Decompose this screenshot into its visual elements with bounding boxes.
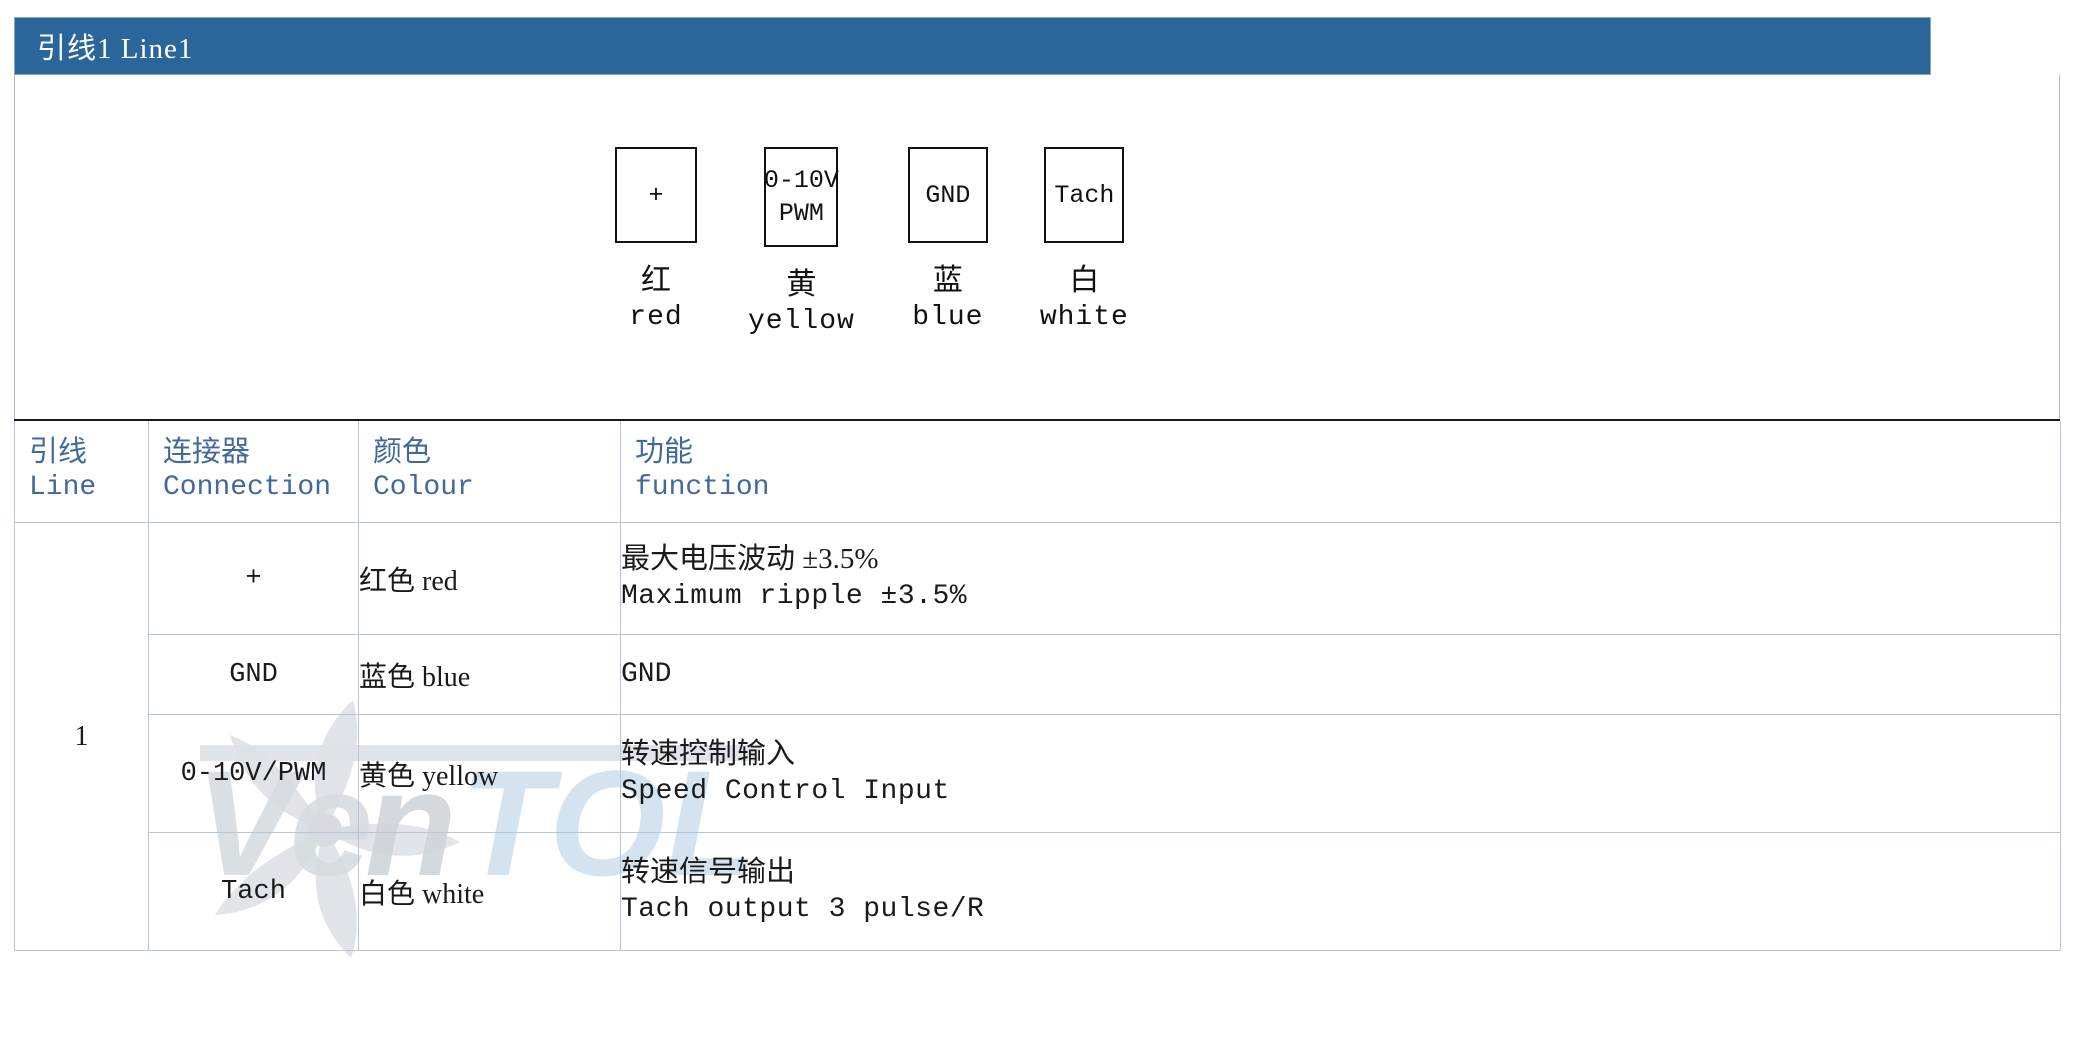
cell-function: GND (620, 634, 2061, 716)
column-header-colour: 颜色 Colour (358, 421, 621, 524)
cell-function-en: GND (621, 658, 672, 690)
column-header-line-cn: 引线 (29, 436, 88, 468)
connector-pin-box-yellow: 0-10V PWM (763, 147, 839, 247)
table-header-row: 引线 Line 连接器 Connection 颜色 Colour 功能 func… (14, 421, 2061, 524)
column-header-function: 功能 function (620, 421, 2061, 524)
connector-pin-label-line1: 0-10V (763, 166, 839, 195)
connector-colour-cn: 蓝 (932, 264, 963, 297)
cell-function-cn: 最大电压波动 ±3.5% (621, 543, 879, 576)
cell-colour: 白色 white (358, 832, 621, 952)
cell-colour: 黄色 yellow (358, 714, 621, 834)
column-header-colour-en: Colour (373, 472, 474, 504)
column-header-function-en: function (635, 472, 770, 504)
cell-function: 转速信号输出 Tach output 3 pulse/R (620, 832, 2061, 952)
connector-wire-labels-red: 红 red (629, 263, 682, 335)
table-row: Tach 白色 white 转速信号输出 Tach output 3 pulse… (15, 832, 2061, 952)
wire-spec-table: 引线 Line 连接器 Connection 颜色 Colour 功能 func… (14, 421, 2061, 952)
cell-connection: + (148, 522, 359, 636)
connector-item-red: + 红 red (615, 147, 697, 335)
connector-item-blue: GND 蓝 blue (907, 147, 988, 335)
connector-colour-cn: 黄 (786, 268, 817, 301)
cell-function-cn: 转速信号输出 (621, 856, 796, 889)
datasheet-page: 引线1 Line1 + 红 red 0-10V PWM 黄 yellow GND… (0, 0, 2081, 1050)
column-header-colour-cn: 颜色 (373, 436, 432, 468)
cell-colour: 蓝色 blue (358, 634, 621, 716)
connector-pin-label-line2: PWM (778, 199, 824, 228)
cell-colour: 红色 red (358, 522, 621, 636)
connector-pin-label: + (648, 180, 664, 210)
section-title: 引线1 Line1 (37, 33, 194, 65)
cell-function: 最大电压波动 ±3.5% Maximum ripple ±3.5% (620, 522, 2061, 636)
table-row: 0-10V/PWM 黄色 yellow 转速控制输入 Speed Control… (15, 714, 2061, 834)
connector-colour-cn: 白 (1069, 264, 1100, 297)
connector-colour-en: yellow (748, 305, 855, 337)
column-header-line: 引线 Line (14, 421, 149, 524)
column-header-connection-en: Connection (163, 472, 332, 504)
connector-pin-box-red: + (615, 147, 697, 243)
cell-function-en: Maximum ripple ±3.5% (621, 581, 968, 613)
cell-connection: 0-10V/PWM (148, 714, 359, 834)
connector-colour-en: red (629, 301, 683, 333)
section-title-banner: 引线1 Line1 (14, 17, 1931, 75)
cell-function-en: Speed Control Input (621, 776, 950, 808)
cell-connection: GND (148, 634, 359, 716)
connector-colour-en: white (1039, 301, 1129, 333)
cell-function-cn: 转速控制输入 (621, 738, 796, 771)
table-row: GND 蓝色 blue GND (15, 634, 2061, 716)
connector-colour-en: blue (912, 301, 984, 333)
connector-wire-labels-white: 白 white (1040, 263, 1129, 335)
connector-wire-labels-blue: 蓝 blue (912, 263, 983, 335)
cell-function-en: Tach output 3 pulse/R (621, 894, 985, 926)
connector-colour-cn: 红 (640, 264, 671, 297)
connector-pin-box-tach: Tach (1044, 147, 1125, 243)
table-row: 1 + 红色 red 最大电压波动 ±3.5% Maximum ripple ±… (14, 522, 2061, 952)
cell-function: 转速控制输入 Speed Control Input (620, 714, 2061, 834)
column-header-line-en: Line (29, 472, 97, 504)
cell-connection: Tach (148, 832, 359, 952)
column-header-function-cn: 功能 (635, 436, 694, 468)
connector-item-yellow: 0-10V PWM 黄 yellow (748, 147, 855, 339)
connector-pin-label: GND (925, 180, 971, 210)
connector-pin-label: Tach (1054, 180, 1115, 210)
cell-line-number: 1 (14, 522, 149, 952)
connector-row: + 红 red 0-10V PWM 黄 yellow GND 蓝 blue Ta… (615, 147, 1129, 339)
column-header-connection: 连接器 Connection (148, 421, 359, 524)
connector-diagram-panel: + 红 red 0-10V PWM 黄 yellow GND 蓝 blue Ta… (14, 75, 2060, 420)
column-header-connection-cn: 连接器 (163, 436, 251, 468)
connector-pin-box-gnd: GND (907, 147, 988, 243)
connector-item-white: Tach 白 white (1040, 147, 1129, 335)
connector-wire-labels-yellow: 黄 yellow (748, 267, 855, 339)
